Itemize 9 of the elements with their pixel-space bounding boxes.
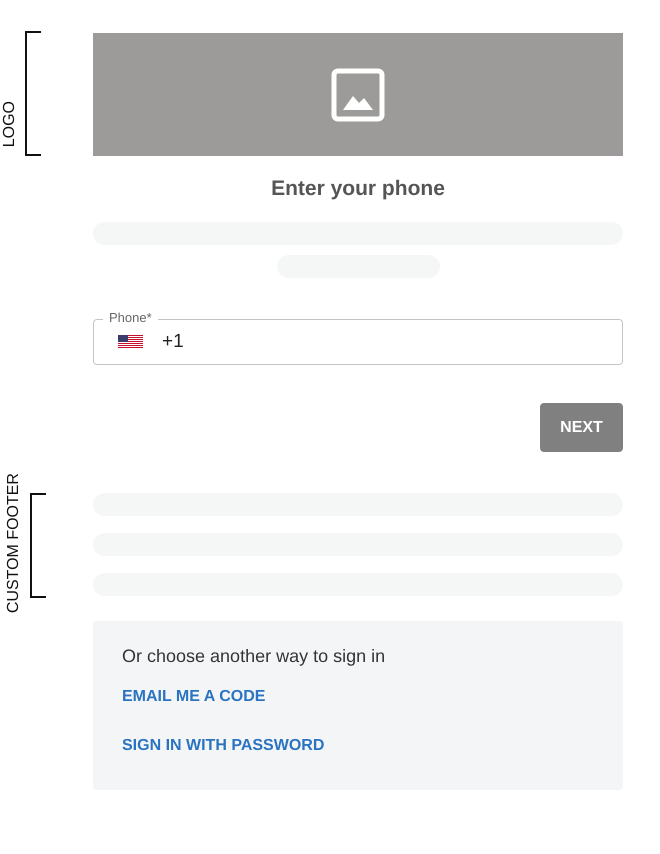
flag-icon xyxy=(118,335,143,349)
annotation-label: LOGO xyxy=(2,101,18,148)
sign-in-option-link[interactable]: SIGN IN WITH PASSWORD xyxy=(122,736,324,756)
next-button[interactable]: NEXT xyxy=(540,403,623,452)
page-title: Enter your phone xyxy=(270,176,446,202)
image-icon xyxy=(331,68,385,122)
options-heading: Or choose another way to sign in xyxy=(122,645,386,667)
annotation-label: CUSTOM FOOTER xyxy=(6,473,22,614)
sign-in-option-link[interactable]: EMAIL ME A CODE xyxy=(122,687,266,707)
